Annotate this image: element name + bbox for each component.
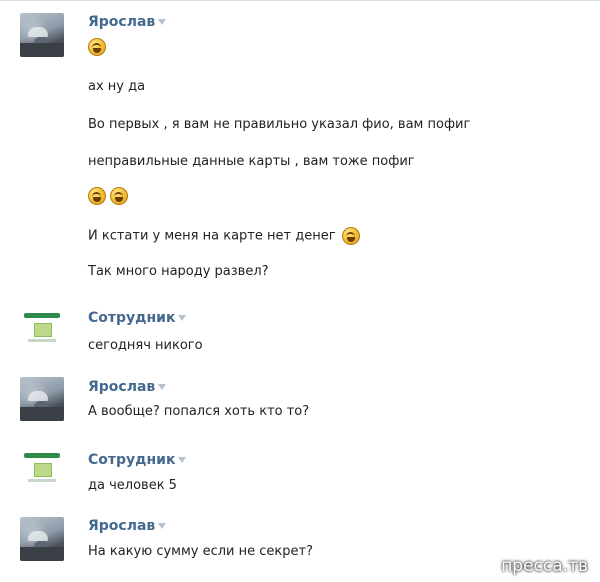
sender-name-label[interactable]: Ярослав [88, 14, 155, 30]
sender-name-label[interactable]: Сотрудник [88, 310, 175, 326]
watermark: пресса.тв [501, 556, 588, 576]
emoji-line [88, 38, 106, 56]
message-text: На какую сумму если не секрет? [88, 544, 313, 559]
avatar[interactable] [20, 517, 64, 561]
emoji-line [88, 187, 129, 205]
message-text: Во первых , я вам не правильно указал фи… [88, 117, 471, 132]
laughing-face-icon [88, 38, 106, 56]
laughing-face-icon [341, 227, 360, 245]
avatar[interactable] [20, 307, 64, 351]
message-text-with-emoji: И кстати у меня на карте нет денег [88, 227, 360, 245]
message-text: сегодняч никого [88, 338, 203, 353]
message-text: неправильные данные карты , вам тоже поф… [88, 154, 415, 169]
top-divider [0, 0, 600, 1]
message-text: ах ну да [88, 79, 146, 94]
chevron-down-icon[interactable] [178, 457, 187, 463]
bank-logo [24, 313, 60, 318]
message-text: да человек 5 [88, 478, 177, 493]
message-text: И кстати у меня на карте нет денег [88, 228, 336, 244]
avatar-highlight [28, 27, 48, 37]
avatar-ground [20, 547, 64, 561]
cash-icon [34, 323, 52, 337]
chevron-down-icon[interactable] [158, 523, 167, 529]
message-text: А вообще? попался хоть кто то? [88, 404, 310, 419]
laughing-face-icon [110, 187, 129, 205]
sender-name-label[interactable]: Сотрудник [88, 452, 175, 468]
laughing-face-icon [88, 187, 106, 205]
sender-name[interactable]: Сотрудник [88, 452, 187, 468]
sender-name-label[interactable]: Ярослав [88, 379, 155, 395]
avatar-highlight [28, 531, 48, 541]
sender-name[interactable]: Ярослав [88, 379, 167, 395]
avatar[interactable] [20, 447, 64, 491]
sender-name[interactable]: Сотрудник [88, 310, 187, 326]
bank-logo [24, 453, 60, 458]
avatar[interactable] [20, 13, 64, 57]
sender-name-label[interactable]: Ярослав [88, 518, 155, 534]
chevron-down-icon[interactable] [158, 19, 167, 25]
cash-icon [34, 463, 52, 477]
avatar-ground [20, 407, 64, 421]
chevron-down-icon[interactable] [178, 315, 187, 321]
avatar-ground [20, 43, 64, 57]
chevron-down-icon[interactable] [158, 384, 167, 390]
sender-name[interactable]: Ярослав [88, 518, 167, 534]
message-text: Так много народу развел? [88, 264, 269, 279]
avatar-highlight [28, 391, 48, 401]
logo-caption [28, 339, 56, 342]
avatar[interactable] [20, 377, 64, 421]
logo-caption [28, 479, 56, 482]
sender-name[interactable]: Ярослав [88, 14, 167, 30]
